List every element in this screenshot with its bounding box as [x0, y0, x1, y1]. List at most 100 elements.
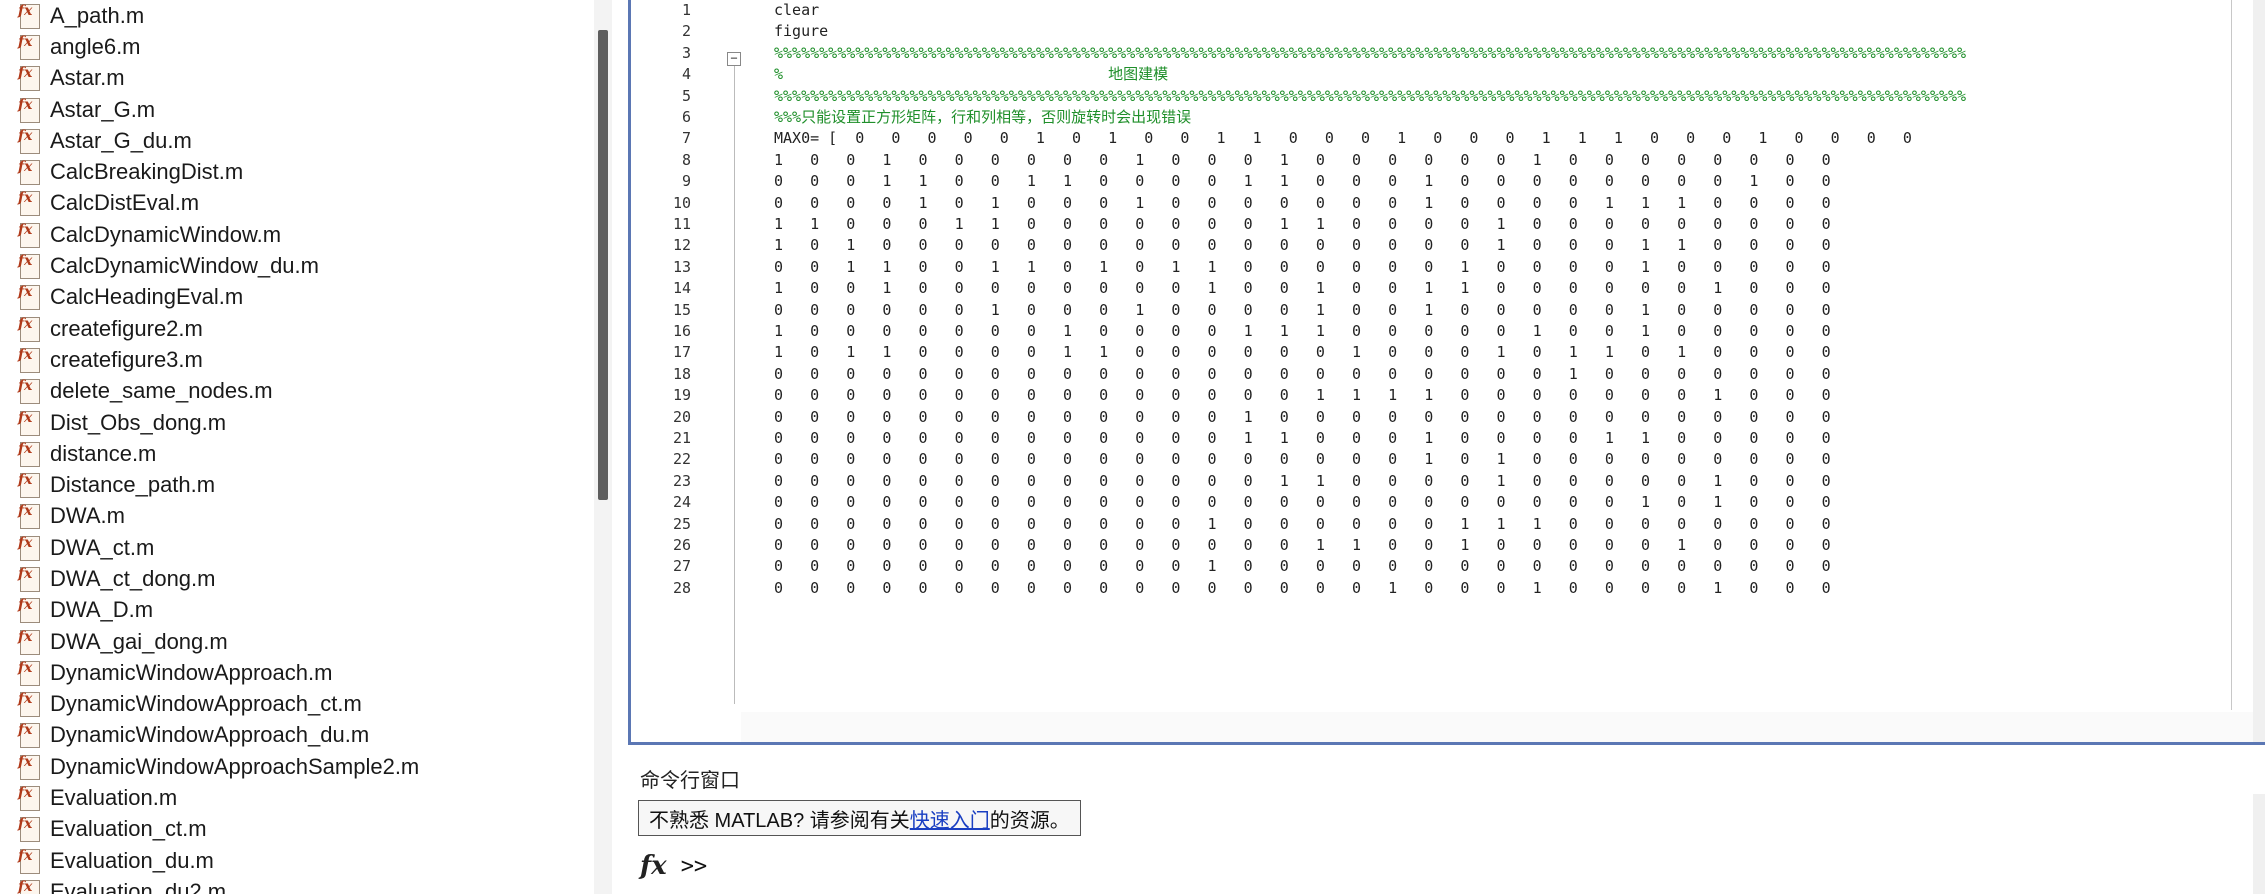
line-number: 11	[672, 215, 691, 233]
file-name: DynamicWindowApproachSample2.m	[50, 753, 420, 779]
file-item[interactable]: fx Astar.m	[18, 63, 419, 94]
file-item[interactable]: fx Evaluation_du2.m	[18, 876, 419, 894]
line-number: 22	[672, 450, 691, 469]
file-item[interactable]: fx DWA.m	[18, 501, 419, 532]
file-name: Astar_G.m	[50, 96, 156, 122]
file-name: Astar.m	[50, 65, 125, 91]
file-item[interactable]: fx Evaluation_du.m	[18, 845, 419, 876]
file-name: DWA_gai_dong.m	[50, 628, 228, 654]
matlab-file-icon: fx	[18, 222, 40, 248]
line-number: 10	[672, 193, 691, 212]
line-number: 26	[672, 536, 691, 554]
matlab-file-icon: fx	[18, 816, 40, 843]
code-area[interactable]: clear figure%%%%%%%%%%%%%%%%%%%%%%%%%%%%%…	[774, 0, 2234, 742]
notice-text: 不熟悉 MATLAB? 请参阅有关	[649, 809, 910, 832]
matlab-file-icon: fx	[18, 97, 40, 123]
matlab-file-icon: fx	[18, 660, 40, 686]
line-number: 27	[672, 557, 691, 576]
file-name: DynamicWindowApproach.m	[50, 659, 333, 685]
matlab-file-icon: fx	[18, 566, 40, 592]
file-item[interactable]: fx CalcDynamicWindow.m	[18, 219, 419, 250]
notice-text-end: 的资源。	[989, 809, 1070, 832]
file-name: angle6.m	[50, 33, 141, 59]
line-number: 7	[681, 129, 691, 148]
file-item[interactable]: fx CalcDynamicWindow_du.m	[18, 250, 419, 281]
file-item[interactable]: fx Dist_Obs_dong.m	[18, 407, 419, 438]
matlab-file-icon: fx	[18, 754, 40, 780]
matlab-file-icon: fx	[18, 441, 40, 467]
matlab-file-icon: fx	[18, 190, 40, 217]
command-prompt-row[interactable]: fx >>	[640, 846, 707, 886]
file-item[interactable]: fx Evaluation.m	[18, 782, 419, 813]
matlab-file-icon: fx	[18, 34, 40, 60]
file-item[interactable]: fx DWA_gai_dong.m	[18, 626, 419, 657]
file-item[interactable]: fx createfigure3.m	[18, 344, 419, 375]
matlab-file-icon: fx	[18, 879, 40, 894]
matlab-file-icon: fx	[18, 410, 40, 436]
file-name: Distance_path.m	[50, 472, 216, 498]
file-item[interactable]: fx DynamicWindowApproach_ct.m	[18, 689, 419, 720]
file-name: Dist_Obs_dong.m	[50, 409, 227, 435]
file-item[interactable]: fx A_path.m	[18, 0, 419, 31]
quick-start-link[interactable]: 快速入门	[910, 804, 990, 833]
file-name: distance.m	[50, 440, 157, 466]
line-number: 18	[672, 364, 691, 383]
line-number: 20	[672, 407, 691, 426]
fold-guide	[734, 64, 735, 704]
function-browser-icon[interactable]: fx	[640, 851, 667, 881]
file-item[interactable]: fx DynamicWindowApproach.m	[18, 657, 419, 688]
file-item[interactable]: fx CalcBreakingDist.m	[18, 156, 419, 187]
matlab-file-icon: fx	[18, 503, 40, 530]
collapse-icon[interactable]: −	[727, 52, 741, 66]
file-item[interactable]: fx CalcDistEval.m	[18, 188, 419, 219]
file-item[interactable]: fx Distance_path.m	[18, 469, 419, 500]
line-number: 1	[681, 1, 691, 19]
file-name: Astar_G_du.m	[50, 127, 192, 153]
file-panel-scroll-thumb[interactable]	[598, 30, 608, 500]
command-window-scrollbar[interactable]	[2253, 794, 2265, 894]
file-name: A_path.m	[50, 2, 145, 28]
file-item[interactable]: fx CalcHeadingEval.m	[18, 282, 419, 313]
file-item[interactable]: fx createfigure2.m	[18, 313, 419, 344]
current-folder-panel: fx A_path.m fx angle6.m fx Astar.m fx Astar_G.m…	[0, 0, 612, 894]
line-number: 2	[681, 22, 691, 41]
matlab-file-icon: fx	[18, 128, 40, 154]
file-list: fx A_path.m fx angle6.m fx Astar.m fx Astar_G.m…	[18, 0, 419, 894]
file-name: createfigure3.m	[50, 346, 203, 372]
file-name: DWA_D.m	[50, 597, 154, 623]
file-item[interactable]: fx DynamicWindowApproach_du.m	[18, 720, 419, 751]
matlab-file-icon: fx	[18, 3, 40, 29]
matlab-file-icon: fx	[18, 848, 40, 874]
command-window-title: 命令行窗口	[640, 770, 740, 792]
matlab-file-icon: fx	[18, 691, 40, 718]
file-name: DWA_ct.m	[50, 534, 155, 560]
file-item[interactable]: fx Astar_G_du.m	[18, 125, 419, 156]
file-name: Evaluation_ct.m	[50, 816, 207, 842]
editor-horizontal-scrollbar[interactable]	[741, 712, 2261, 742]
file-item[interactable]: fx DWA_ct_dong.m	[18, 563, 419, 594]
editor-vertical-scrollbar[interactable]	[2253, 0, 2265, 742]
file-item[interactable]: fx DWA_ct.m	[18, 532, 419, 563]
file-item[interactable]: fx delete_same_nodes.m	[18, 376, 419, 407]
file-item[interactable]: fx DWA_D.m	[18, 595, 419, 626]
file-item[interactable]: fx DynamicWindowApproachSample2.m	[18, 751, 419, 782]
line-number: 3	[681, 43, 691, 62]
matlab-file-icon: fx	[18, 597, 40, 624]
command-window[interactable]: 不熟悉 MATLAB? 请参阅有关 快速入门 的资源。 fx >>	[630, 794, 2265, 894]
line-number: 15	[672, 300, 691, 319]
matlab-file-icon: fx	[18, 535, 40, 561]
matlab-file-icon: fx	[18, 65, 40, 92]
file-item[interactable]: fx angle6.m	[18, 31, 419, 62]
code-line[interactable]: 0 0 0 0 0 0 0 0 0 0 0 0 0 0 0 0 0 1 0 0 …	[774, 578, 1831, 603]
file-name: Evaluation_du.m	[50, 847, 214, 873]
line-number: 9	[681, 172, 691, 191]
file-item[interactable]: fx Astar_G.m	[18, 94, 419, 125]
command-window-header: 命令行窗口	[630, 760, 2265, 795]
file-item[interactable]: fx Evaluation_ct.m	[18, 814, 419, 845]
file-name: Evaluation_du2.m	[50, 878, 227, 894]
matlab-file-icon: fx	[18, 378, 40, 405]
right-margin-line	[2231, 0, 2232, 710]
command-prompt[interactable]: >>	[681, 854, 708, 879]
code-editor[interactable]: 1 2 3 4 5 6 7 8 9 10 11 12 13 14 15 16 17 18 19 20 21 22 23 24 2…	[628, 0, 2265, 745]
file-item[interactable]: fx distance.m	[18, 438, 419, 469]
